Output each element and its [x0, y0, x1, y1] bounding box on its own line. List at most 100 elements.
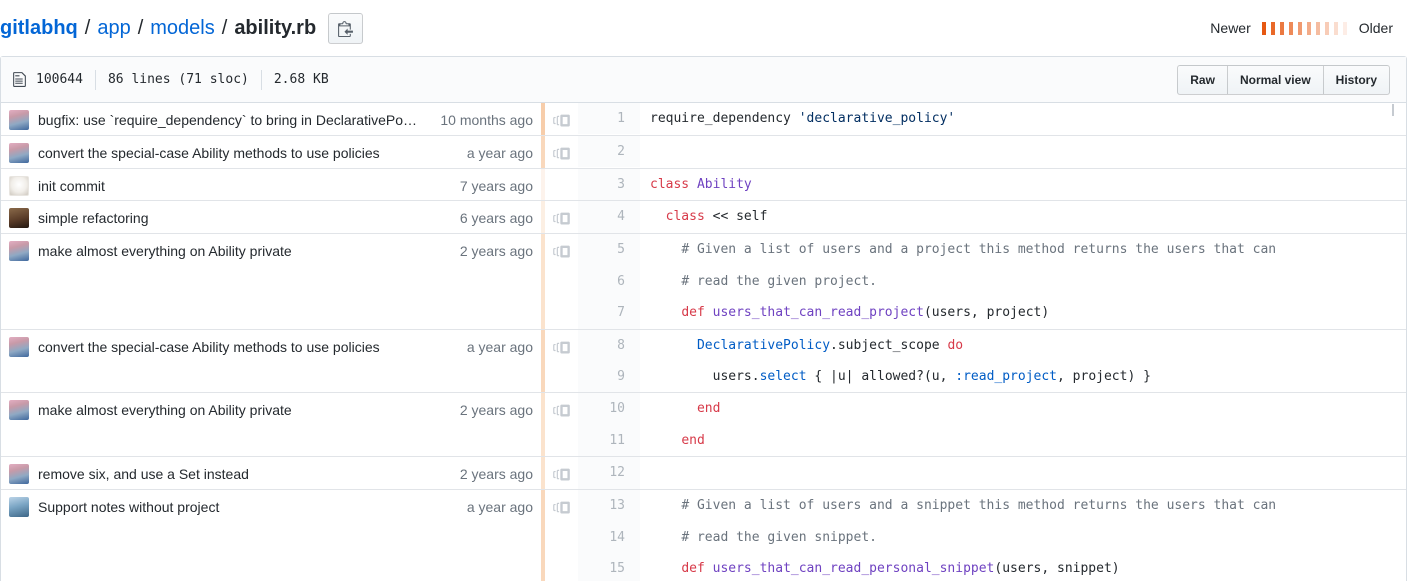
- legend-heat-bar: [1343, 22, 1347, 35]
- versions-icon[interactable]: [553, 242, 570, 266]
- lines-cell: 12: [578, 457, 1406, 489]
- legend-heat-bar: [1280, 22, 1284, 35]
- author-avatar[interactable]: [9, 241, 29, 261]
- line-number[interactable]: 4: [578, 201, 640, 232]
- line-number[interactable]: 5: [578, 234, 640, 265]
- commit-message-link[interactable]: make almost everything on Ability privat…: [38, 240, 448, 262]
- commit-date: 2 years ago: [460, 240, 533, 262]
- versions-icon[interactable]: [553, 338, 570, 362]
- line-number[interactable]: 10: [578, 393, 640, 424]
- reblame-cell: [545, 393, 578, 456]
- file-size: 2.68 KB: [274, 72, 329, 87]
- breadcrumb-dir-app[interactable]: app: [97, 17, 130, 40]
- author-avatar[interactable]: [9, 176, 29, 196]
- author-avatar[interactable]: [9, 400, 29, 420]
- author-avatar[interactable]: [9, 337, 29, 357]
- code-token: Ability: [697, 177, 752, 192]
- reblame-cell: [545, 234, 578, 328]
- reblame-cell: [545, 136, 578, 168]
- commit-message-link[interactable]: remove six, and use a Set instead: [38, 463, 448, 485]
- history-button[interactable]: History: [1323, 65, 1390, 95]
- line-number[interactable]: 7: [578, 297, 640, 328]
- line-number[interactable]: 14: [578, 522, 640, 553]
- raw-button[interactable]: Raw: [1177, 65, 1228, 95]
- code-line-row: 6 # read the given project.: [578, 266, 1406, 297]
- line-number[interactable]: 8: [578, 330, 640, 361]
- scrollbar-thumb[interactable]: [1392, 104, 1394, 116]
- line-number[interactable]: 1: [578, 103, 640, 134]
- code-token: # Given a list of users and a project th…: [681, 242, 1276, 257]
- code-line: [640, 136, 1406, 167]
- breadcrumb-dir-models[interactable]: models: [150, 17, 214, 40]
- code-token: users.: [650, 369, 760, 384]
- lines-cell: 3class Ability: [578, 169, 1406, 200]
- commit-message-link[interactable]: bugfix: use `require_dependency` to brin…: [38, 109, 428, 131]
- code-line: require_dependency 'declarative_policy': [640, 103, 1406, 134]
- blame-row: make almost everything on Ability privat…: [1, 233, 1406, 328]
- clipboard-copy-icon: [338, 20, 353, 37]
- line-number[interactable]: 2: [578, 136, 640, 167]
- code-token: [689, 177, 697, 192]
- code-line-row: 13 # Given a list of users and a snippet…: [578, 490, 1406, 521]
- code-token: def: [681, 305, 704, 320]
- author-avatar[interactable]: [9, 110, 29, 130]
- reblame-cell: [545, 457, 578, 489]
- code-token: [650, 561, 681, 576]
- code-line-row: 3class Ability: [578, 169, 1406, 200]
- author-avatar[interactable]: [9, 497, 29, 517]
- code-line: [640, 457, 1406, 488]
- versions-icon[interactable]: [553, 111, 570, 135]
- code-line-row: 10 end: [578, 393, 1406, 424]
- code-token: users_that_can_read_personal_snippet: [713, 561, 995, 576]
- versions-icon[interactable]: [553, 498, 570, 522]
- line-number[interactable]: 11: [578, 425, 640, 456]
- code-line: end: [640, 393, 1406, 424]
- blame-table: bugfix: use `require_dependency` to brin…: [1, 103, 1406, 581]
- lines-cell: 8 DeclarativePolicy.subject_scope do9 us…: [578, 330, 1406, 393]
- commit-date: a year ago: [467, 142, 533, 164]
- line-number[interactable]: 13: [578, 490, 640, 521]
- commit-message-link[interactable]: make almost everything on Ability privat…: [38, 399, 448, 421]
- code-token: [650, 338, 697, 353]
- code-token: (users, snippet): [994, 561, 1119, 576]
- author-avatar[interactable]: [9, 143, 29, 163]
- line-number[interactable]: 3: [578, 169, 640, 200]
- code-token: [650, 209, 666, 224]
- legend-older-label: Older: [1359, 20, 1393, 36]
- code-token: require_dependency: [650, 111, 799, 126]
- top-bar: gitlabhq / app / models / ability.rb New…: [0, 0, 1407, 56]
- line-number[interactable]: 6: [578, 266, 640, 297]
- code-token: 'declarative_policy': [799, 111, 956, 126]
- code-line: class << self: [640, 201, 1406, 232]
- commit-cell: convert the special-case Ability methods…: [1, 136, 541, 168]
- author-avatar[interactable]: [9, 208, 29, 228]
- code-line-row: 11 end: [578, 425, 1406, 456]
- versions-icon[interactable]: [553, 401, 570, 425]
- commit-message-link[interactable]: init commit: [38, 175, 448, 197]
- versions-icon[interactable]: [553, 209, 570, 233]
- author-avatar[interactable]: [9, 464, 29, 484]
- commit-message-link[interactable]: convert the special-case Ability methods…: [38, 142, 455, 164]
- commit-message-link[interactable]: Support notes without project: [38, 496, 455, 518]
- breadcrumb-separator: /: [222, 17, 228, 40]
- line-number[interactable]: 9: [578, 361, 640, 392]
- versions-icon[interactable]: [553, 465, 570, 489]
- blame-row: Support notes without projecta year ago1…: [1, 489, 1406, 581]
- line-number[interactable]: 15: [578, 553, 640, 581]
- code-token: [650, 274, 681, 289]
- code-line: # Given a list of users and a project th…: [640, 234, 1406, 265]
- commit-message-link[interactable]: simple refactoring: [38, 207, 448, 229]
- line-number[interactable]: 12: [578, 457, 640, 488]
- code-line-row: 7 def users_that_can_read_project(users,…: [578, 297, 1406, 328]
- legend-heat-bar: [1289, 22, 1293, 35]
- reblame-cell: [545, 490, 578, 581]
- commit-message-link[interactable]: convert the special-case Ability methods…: [38, 336, 455, 358]
- code-token: [650, 401, 697, 416]
- code-token: # Given a list of users and a snippet th…: [681, 498, 1276, 513]
- breadcrumb-repo-link[interactable]: gitlabhq: [0, 17, 78, 40]
- normal-view-button[interactable]: Normal view: [1227, 65, 1324, 95]
- code-line: # Given a list of users and a snippet th…: [640, 490, 1406, 521]
- versions-icon[interactable]: [553, 144, 570, 168]
- commit-date: 10 months ago: [440, 109, 533, 131]
- copy-path-button[interactable]: [328, 13, 363, 44]
